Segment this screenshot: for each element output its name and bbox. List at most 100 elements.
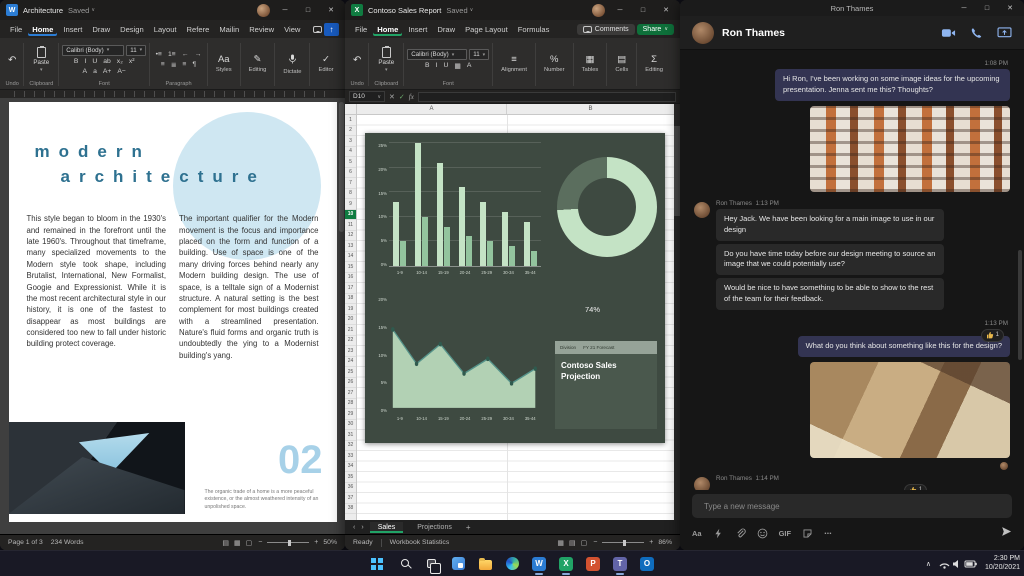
paste-button[interactable]: Paste ▾ [372,46,400,74]
row-header-27[interactable]: 27 [345,388,356,399]
excel-icon[interactable]: X [555,553,577,575]
received-message[interactable]: Do you have time today before our design… [716,243,944,276]
row-header-2[interactable]: 2 [345,126,356,136]
comments-icon[interactable] [313,20,322,38]
shrink-font-button[interactable]: A− [115,67,129,76]
numbering-button[interactable]: 1≡ [166,50,179,59]
row-header-11[interactable]: 11 [345,220,356,231]
share-button[interactable]: Share ∨ [636,23,674,35]
maximize-button[interactable]: □ [635,7,651,14]
clock[interactable]: 2:30 PM 10/20/2021 [985,555,1020,573]
row-header-10[interactable]: 10 [345,209,356,220]
more-options-icon[interactable]: ⋯ [824,529,832,538]
row-header-6[interactable]: 6 [345,168,356,178]
alignment-group[interactable]: ≡ Alignment [496,40,532,88]
message-input[interactable] [702,500,1002,512]
enter-icon[interactable]: ✓ [399,93,405,101]
workbook-statistics[interactable]: Workbook Statistics [390,539,450,546]
zoom-slider[interactable] [267,539,310,546]
attach-icon[interactable] [735,528,746,539]
ron-thames-avatar[interactable] [694,201,710,218]
thumbs-up-reaction[interactable]: 1 [903,483,928,490]
align-right-button[interactable]: ≡ [180,60,189,70]
format-icon[interactable]: Aa [692,529,702,538]
row-header-25[interactable]: 25 [345,367,356,378]
received-message[interactable]: Hey Jack. We have been looking for a mai… [716,208,944,241]
emoji-icon[interactable] [757,528,768,539]
building-facade-image[interactable] [810,105,1010,192]
web-layout-button[interactable]: ▢ [245,539,254,547]
tab-projections[interactable]: Projections [409,522,460,533]
word-scrollbar[interactable] [339,102,344,530]
minimize-button[interactable]: ─ [956,5,972,12]
document-page[interactable]: modern architecture This style began to … [8,102,337,522]
zoom-in-button[interactable]: + [313,539,319,546]
row-header-30[interactable]: 30 [345,420,356,430]
powerpoint-icon[interactable]: P [582,553,604,575]
sticker-icon[interactable] [802,528,813,539]
search-icon[interactable] [393,553,415,575]
row-header-13[interactable]: 13 [345,241,356,252]
share-button[interactable]: ↑ [324,22,339,36]
row-header-37[interactable]: 37 [345,493,356,504]
autosave-status[interactable]: Saved ∨ [68,6,95,15]
row-header-32[interactable]: 32 [345,441,356,451]
menu-design[interactable]: Design [116,23,148,36]
aerial-building-image[interactable] [810,361,1010,458]
word-count[interactable]: 234 Words [51,539,84,546]
row-header-19[interactable]: 19 [345,304,356,315]
word-icon[interactable]: W [528,553,550,575]
send-button[interactable] [1001,524,1012,542]
zoom-level[interactable]: 50% [323,539,337,546]
minimize-button[interactable]: ─ [277,7,293,14]
font-size-select[interactable]: 11 ▾ [126,44,147,56]
row-header-4[interactable]: 4 [345,147,356,157]
menu-insert[interactable]: Insert [404,23,431,36]
ron-thames-avatar[interactable] [692,21,714,44]
dictate-button[interactable]: Dictate [278,40,306,88]
menu-insert[interactable]: Insert [59,23,86,36]
menu-file[interactable]: File [351,23,371,36]
italic-button[interactable]: I [82,57,89,66]
widgets-icon[interactable] [447,553,469,575]
teams-icon[interactable]: T [609,553,631,575]
menu-page-layout[interactable]: Page Layout [461,23,512,36]
ruler[interactable] [0,90,345,98]
row-header-24[interactable]: 24 [345,357,356,367]
row-header-5[interactable]: 5 [345,157,356,168]
tab-sales[interactable]: Sales [369,521,404,533]
page-indicator[interactable]: Page 1 of 3 [8,539,43,546]
highlight-button[interactable]: a [91,67,100,76]
print-layout-button[interactable]: ▦ [233,539,242,547]
bold-button[interactable]: B [71,57,81,66]
zoom-out-button[interactable]: − [257,539,263,546]
read-mode-button[interactable]: ▤ [221,539,230,547]
underline-button[interactable]: U [441,61,451,71]
menu-formulas[interactable]: Formulas [514,23,554,36]
font-name-select[interactable]: Calibri (Body) ▾ [62,44,125,56]
close-button[interactable]: ✕ [323,6,339,14]
undo-button[interactable]: ↶ [4,55,20,66]
user-avatar[interactable] [592,3,605,17]
bullets-button[interactable]: •≡ [153,50,164,59]
menu-home[interactable]: Home [373,23,402,36]
menu-references[interactable]: Refere [183,23,214,36]
menu-draw[interactable]: Draw [88,23,114,36]
align-left-button[interactable]: ≡ [158,60,167,70]
thumbs-up-reaction[interactable]: 1 [980,329,1004,342]
cells-area[interactable]: 25% 20% 15% 10% 5% 0% 1-9 10-14 15-19 20-24 25-29… [357,115,674,520]
insert-function-icon[interactable]: fx [409,93,414,101]
font-size-select[interactable]: 11 ▾ [469,49,490,60]
add-sheet-button[interactable]: + [466,523,471,532]
row-header-9[interactable]: 9 [345,199,356,210]
row-header-36[interactable]: 36 [345,483,356,493]
row-header-15[interactable]: 15 [345,262,356,273]
menu-draw[interactable]: Draw [433,23,459,36]
row-header-31[interactable]: 31 [345,430,356,441]
embedded-chart[interactable]: 25% 20% 15% 10% 5% 0% 1-9 10-14 15-19 20-24 25-29… [365,133,665,443]
menu-mailings[interactable]: Mailin [215,23,243,36]
screen-share-icon[interactable] [997,26,1012,39]
row-header-16[interactable]: 16 [345,273,356,283]
font-color-button[interactable]: A [464,61,474,71]
chat-scrollbar[interactable] [1018,250,1022,360]
